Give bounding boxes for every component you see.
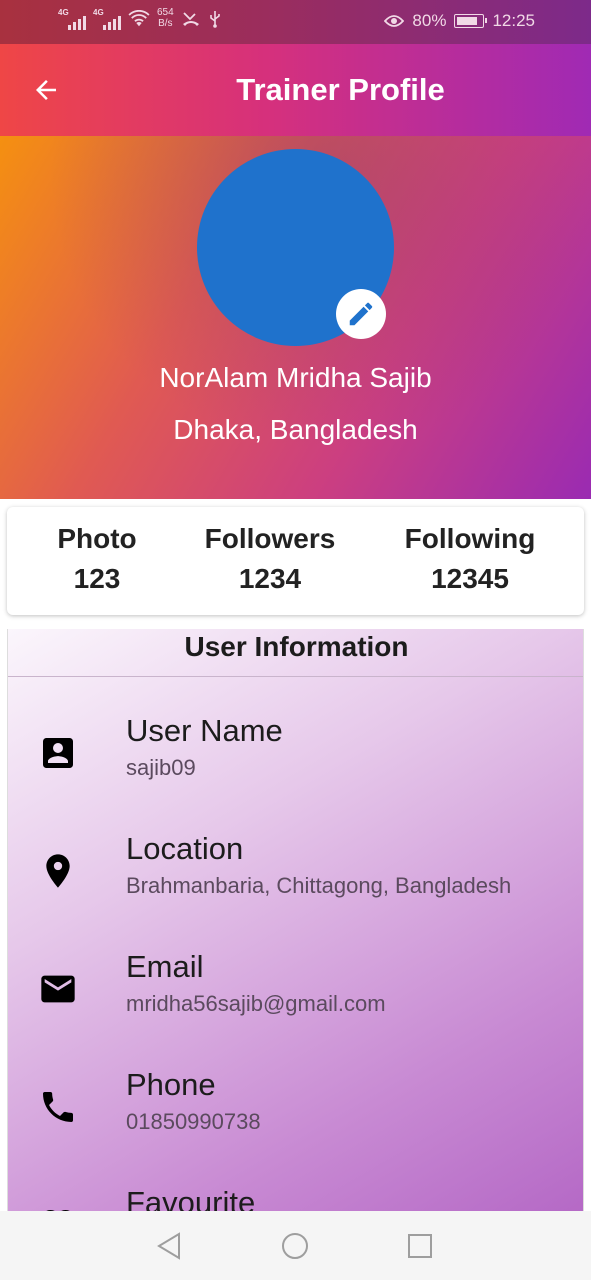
section-title: User Information	[184, 631, 409, 662]
item-label: Favourite	[126, 1185, 256, 1211]
list-item-location[interactable]: Location Brahmanbaria, Chittagong, Bangl…	[8, 831, 583, 931]
stat-label: Followers	[204, 523, 336, 554]
clock: 12:25	[492, 11, 535, 30]
wifi-icon	[128, 10, 150, 27]
divider	[8, 676, 583, 677]
eye-comfort-icon	[384, 15, 405, 27]
list-item-favourite[interactable]: Favourite	[8, 1185, 583, 1211]
missed-call-icon	[182, 12, 199, 26]
signal-icon: 4G	[58, 8, 86, 30]
stat-value: 12345	[431, 563, 509, 594]
status-right: 80% 12:25	[384, 11, 535, 31]
list-item-user-name[interactable]: User Name sajib09	[8, 713, 583, 813]
list-item-email[interactable]: Email mridha56sajib@gmail.com	[8, 949, 583, 1049]
stat-photo[interactable]: Photo 123	[47, 523, 147, 595]
list-item-phone[interactable]: Phone 01850990738	[8, 1067, 583, 1167]
item-label: User Name	[126, 713, 283, 748]
network-type-label: 4G	[58, 8, 69, 17]
profile-location: Dhaka, Bangladesh	[173, 414, 418, 445]
stat-followers[interactable]: Followers 1234	[195, 523, 345, 595]
stat-following[interactable]: Following 12345	[395, 523, 545, 595]
item-label: Location	[126, 831, 244, 866]
edit-avatar-button[interactable]	[336, 289, 386, 339]
user-information-card: User Information User Name sajib09 Locat…	[7, 629, 584, 1211]
page-title: Trainer Profile	[236, 72, 445, 107]
phone-icon	[38, 1087, 78, 1127]
app-bar: Trainer Profile	[0, 44, 591, 136]
profile-header: NorAlam Mridha Sajib Dhaka, Bangladesh	[0, 136, 591, 499]
stat-label: Following	[404, 523, 536, 554]
item-value: sajib09	[126, 755, 196, 780]
item-value: Brahmanbaria, Chittagong, Bangladesh	[126, 873, 512, 898]
stat-label: Photo	[57, 523, 137, 554]
status-left: 4G 4G 654 B/s	[58, 7, 222, 30]
home-circle-icon	[282, 1233, 308, 1259]
system-nav-bar	[0, 1211, 591, 1280]
battery-percent: 80%	[412, 11, 447, 30]
nav-recents-button[interactable]	[405, 1231, 435, 1261]
item-label: Email	[126, 949, 204, 984]
battery-icon	[454, 14, 488, 28]
item-value: 01850990738	[126, 1109, 261, 1134]
signal-icon: 4G	[93, 8, 121, 30]
account-box-icon	[38, 733, 78, 773]
network-speed: 654 B/s	[157, 7, 174, 29]
item-value: mridha56sajib@gmail.com	[126, 991, 386, 1016]
status-bar: 4G 4G 654 B/s 80% 12:25	[0, 0, 591, 44]
recents-square-icon	[408, 1234, 432, 1258]
location-pin-icon	[38, 851, 78, 891]
stats-card: Photo 123 Followers 1234 Following 12345	[7, 507, 584, 615]
usb-icon	[209, 11, 220, 28]
nav-back-button[interactable]	[154, 1231, 184, 1261]
pencil-icon	[349, 302, 373, 326]
profile-name: NorAlam Mridha Sajib	[159, 362, 432, 393]
item-label: Phone	[126, 1067, 216, 1102]
stat-value: 123	[73, 563, 121, 594]
nav-home-button[interactable]	[280, 1231, 310, 1261]
back-triangle-icon	[157, 1232, 180, 1260]
network-type-label: 4G	[93, 8, 104, 17]
stat-value: 1234	[238, 563, 302, 594]
email-icon	[38, 969, 78, 1009]
